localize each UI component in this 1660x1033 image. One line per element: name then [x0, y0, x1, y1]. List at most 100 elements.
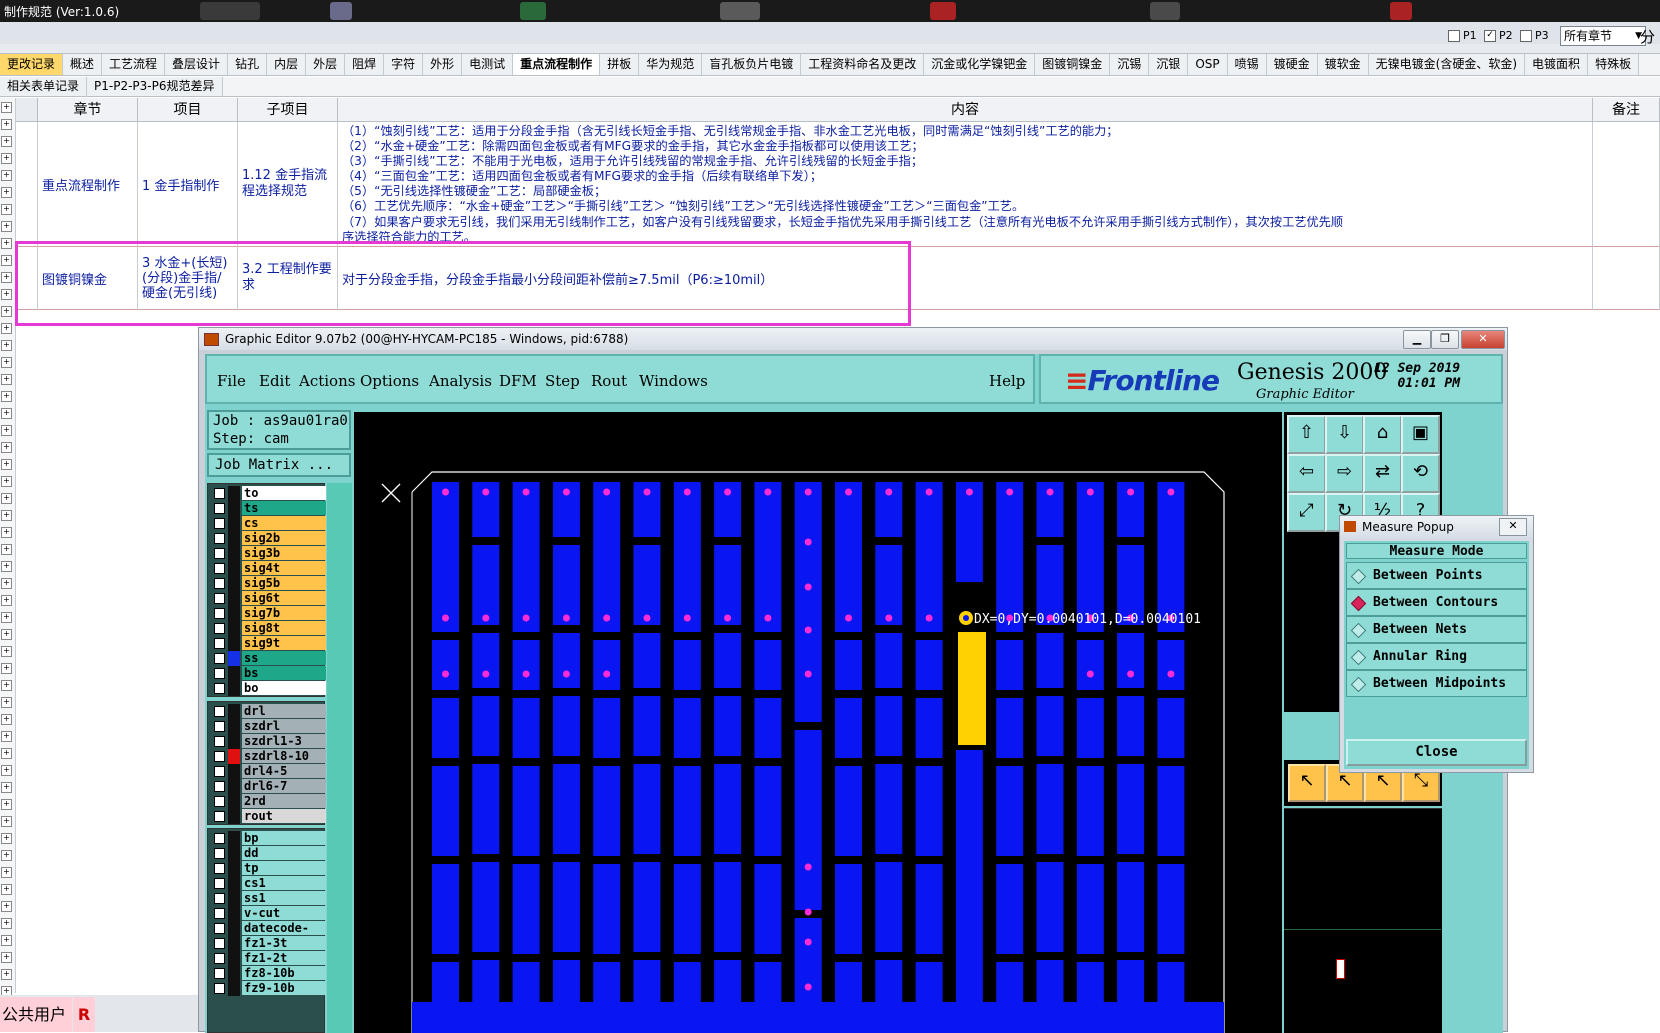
tree-expand-icon[interactable]: +	[1, 544, 12, 555]
layer-checkbox[interactable]	[214, 623, 225, 634]
measure-close-button[interactable]: Close	[1346, 739, 1527, 766]
layer-checkbox[interactable]	[214, 878, 225, 889]
layer-checkbox[interactable]	[214, 923, 225, 934]
tree-expand-icon[interactable]: +	[1, 731, 12, 742]
tab-chapter[interactable]: 图镀铜镍金	[1035, 54, 1111, 75]
layer-checkbox[interactable]	[214, 968, 225, 979]
menu-actions[interactable]: Actions	[299, 372, 355, 390]
tree-expand-icon[interactable]: +	[1, 323, 12, 334]
layer-row[interactable]: szdrl1-3	[208, 734, 326, 749]
layer-row[interactable]: v-cut	[208, 906, 326, 921]
tree-expand-icon[interactable]: +	[1, 374, 12, 385]
window-icon[interactable]: ▣	[1401, 415, 1440, 454]
tree-expand-icon[interactable]: +	[1, 153, 12, 164]
layer-checkbox[interactable]	[214, 953, 225, 964]
layer-color-swatch[interactable]	[228, 501, 240, 516]
layer-color-swatch[interactable]	[228, 546, 240, 561]
filter-p1[interactable]: P1	[1448, 26, 1477, 46]
layer-checkbox[interactable]	[214, 908, 225, 919]
layer-checkbox[interactable]	[214, 488, 225, 499]
tree-expand-icon[interactable]: +	[1, 884, 12, 895]
layer-color-swatch[interactable]	[228, 651, 240, 666]
tab-chapter[interactable]: 镀软金	[1317, 54, 1369, 75]
layer-row[interactable]: szdrl8-10	[208, 749, 326, 764]
tab-chapter[interactable]: 叠层设计	[165, 54, 229, 75]
minimap[interactable]	[1284, 808, 1442, 1033]
tab-sub[interactable]: P1-P2-P3-P6规范差异	[87, 77, 223, 96]
layer-color-swatch[interactable]	[228, 876, 240, 891]
tab-chapter[interactable]: 工程资料命名及更改	[801, 54, 925, 75]
layer-row[interactable]: dd	[208, 846, 326, 861]
layer-row[interactable]: 2rd	[208, 794, 326, 809]
layer-checkbox[interactable]	[214, 706, 225, 717]
layer-color-swatch[interactable]	[228, 921, 240, 936]
layer-color-swatch[interactable]	[228, 779, 240, 794]
layer-row[interactable]: fz1-3t	[208, 936, 326, 951]
tree-expand-icon[interactable]: +	[1, 816, 12, 827]
filter-p3[interactable]: P3	[1520, 26, 1549, 46]
tree-expand-icon[interactable]: +	[1, 459, 12, 470]
menu-file[interactable]: File	[217, 372, 246, 390]
layer-checkbox[interactable]	[214, 983, 225, 994]
layer-color-swatch[interactable]	[228, 486, 240, 501]
layer-checkbox[interactable]	[214, 766, 225, 777]
layer-color-swatch[interactable]	[228, 966, 240, 981]
col-header-remark[interactable]: 备注	[1593, 98, 1660, 122]
tab-chapter[interactable]: 盲孔板负片电镀	[702, 54, 802, 75]
tab-chapter[interactable]: 外层	[306, 54, 346, 75]
layer-row[interactable]: sig6t	[208, 591, 326, 606]
tree-expand-icon[interactable]: +	[1, 442, 12, 453]
tab-chapter[interactable]: 拼板	[600, 54, 640, 75]
tree-expand-icon[interactable]: +	[1, 561, 12, 572]
layer-checkbox[interactable]	[214, 653, 225, 664]
tab-chapter[interactable]: 概述	[63, 54, 103, 75]
layer-checkbox[interactable]	[214, 503, 225, 514]
row-selector-header[interactable]	[16, 98, 38, 122]
tab-chapter[interactable]: 重点流程制作	[513, 54, 601, 75]
layer-row[interactable]: sig7b	[208, 606, 326, 621]
tab-chapter[interactable]: 更改记录	[0, 54, 64, 75]
mode-between-points[interactable]: Between Points	[1346, 562, 1527, 589]
tree-expand-icon[interactable]: +	[1, 680, 12, 691]
tree-expand-icon[interactable]: +	[1, 901, 12, 912]
tree-expand-icon[interactable]: +	[1, 289, 12, 300]
layer-color-swatch[interactable]	[228, 621, 240, 636]
tab-chapter[interactable]: 沉银	[1149, 54, 1189, 75]
layer-color-swatch[interactable]	[228, 561, 240, 576]
tree-expand-icon[interactable]: +	[1, 646, 12, 657]
layer-color-swatch[interactable]	[228, 861, 240, 876]
tree-expand-icon[interactable]: +	[1, 408, 12, 419]
tab-chapter[interactable]: 内层	[267, 54, 307, 75]
tree-expand-icon[interactable]: +	[1, 952, 12, 963]
tree-expand-icon[interactable]: +	[1, 102, 12, 113]
zoom-home-icon[interactable]: ⇧	[1287, 415, 1326, 454]
mode-between-nets[interactable]: Between Nets	[1346, 616, 1527, 643]
tree-expand-icon[interactable]: +	[1, 272, 12, 283]
tree-expand-icon[interactable]: +	[1, 612, 12, 623]
filter-p2[interactable]: ✓ P2	[1484, 26, 1513, 46]
layer-row[interactable]: sig4t	[208, 561, 326, 576]
tab-chapter[interactable]: 阻焊	[345, 54, 385, 75]
tab-chapter[interactable]: 工艺流程	[102, 54, 166, 75]
tree-expand-icon[interactable]: +	[1, 918, 12, 929]
layer-row[interactable]: bs	[208, 666, 326, 681]
tree-expand-icon[interactable]: +	[1, 714, 12, 725]
layer-row[interactable]: fz9-10b	[208, 981, 326, 996]
layer-row[interactable]: fz1-2t	[208, 951, 326, 966]
tree-expand-icon[interactable]: +	[1, 663, 12, 674]
tree-expand-icon[interactable]: +	[1, 527, 12, 538]
tree-expand-icon[interactable]: +	[1, 119, 12, 130]
menu-step[interactable]: Step	[545, 372, 580, 390]
tree-expand-icon[interactable]: +	[1, 136, 12, 147]
layer-color-swatch[interactable]	[228, 531, 240, 546]
tab-chapter[interactable]: 电镀面积	[1525, 54, 1589, 75]
layer-row[interactable]: rout	[208, 809, 326, 824]
layer-checkbox[interactable]	[214, 811, 225, 822]
layer-row[interactable]: cs	[208, 516, 326, 531]
layer-checkbox[interactable]	[214, 668, 225, 679]
layer-checkbox[interactable]	[214, 833, 225, 844]
layer-row[interactable]: sig2b	[208, 531, 326, 546]
layer-row[interactable]: sig5b	[208, 576, 326, 591]
job-matrix-button[interactable]: Job Matrix ...	[207, 453, 351, 477]
tab-chapter[interactable]: 华为规范	[639, 54, 703, 75]
